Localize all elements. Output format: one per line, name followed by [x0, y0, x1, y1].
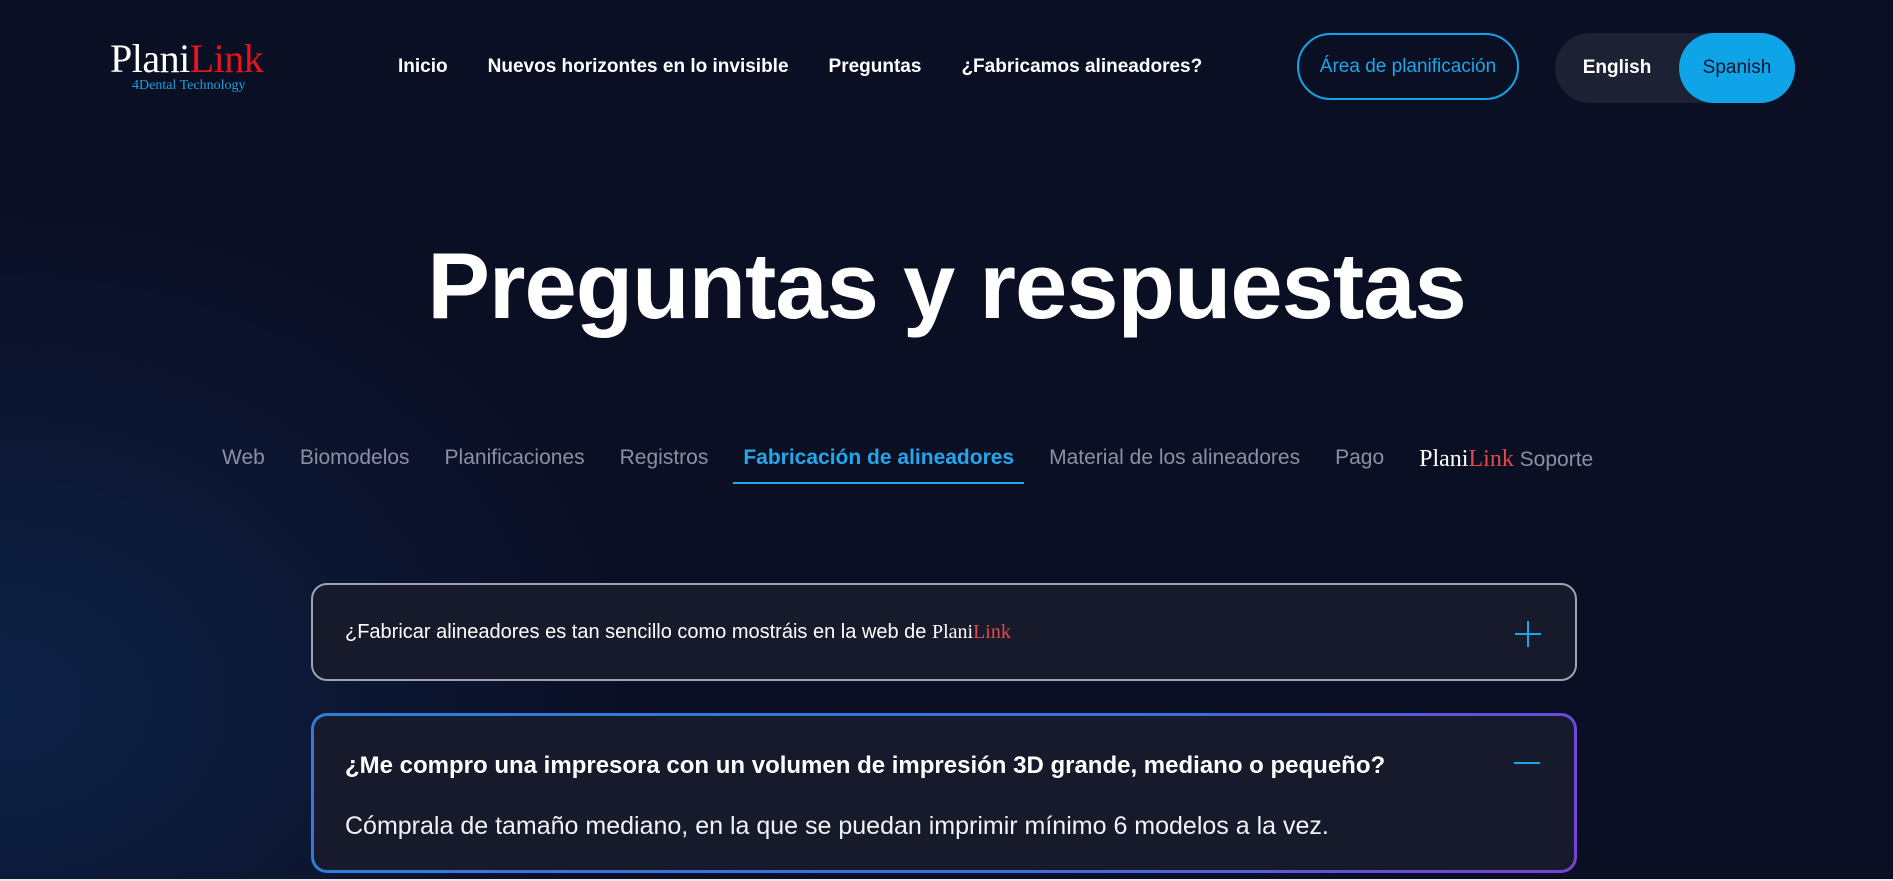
faq-question-brand: PlaniLink — [932, 621, 1011, 643]
tab-soporte-label: Soporte — [1519, 448, 1594, 471]
tab-brand: PlaniLink — [1419, 446, 1514, 472]
nav-item-nuevos-horizontes[interactable]: Nuevos horizontes en lo invisible — [488, 56, 789, 78]
tab-pago[interactable]: Pago — [1335, 446, 1384, 482]
language-english-button[interactable]: English — [1555, 33, 1679, 103]
language-switcher: English Spanish — [1555, 33, 1795, 103]
page-title: Preguntas y respuestas — [427, 233, 1467, 338]
tab-fabricacion-alineadores[interactable]: Fabricación de alineadores — [733, 446, 1025, 484]
faq-item-expanded[interactable]: ¿Me compro una impresora con un volumen … — [311, 713, 1577, 873]
logo-wordmark: PlaniLink — [110, 38, 280, 80]
main-nav: Inicio Nuevos horizontes en lo invisible… — [398, 56, 1202, 78]
faq-question: ¿Me compro una impresora con un volumen … — [345, 752, 1386, 779]
category-tabs: Web Biomodelos Planificaciones Registros… — [222, 446, 1593, 484]
planning-area-button[interactable]: Área de planificación — [1297, 33, 1519, 100]
faq-brand-link: Link — [973, 621, 1011, 643]
logo[interactable]: PlaniLink 4Dental Technology — [110, 38, 280, 104]
faq-question-text: ¿Fabricar alineadores es tan sencillo co… — [345, 621, 932, 643]
tab-biomodelos[interactable]: Biomodelos — [300, 446, 410, 482]
tab-registros[interactable]: Registros — [620, 446, 709, 482]
tab-brand-link: Link — [1468, 446, 1514, 472]
faq-answer: Cómprala de tamaño mediano, en la que se… — [345, 812, 1329, 840]
tab-material-alineadores[interactable]: Material de los alineadores — [1049, 446, 1300, 482]
nav-item-fabricamos[interactable]: ¿Fabricamos alineadores? — [961, 56, 1202, 78]
faq-question: ¿Fabricar alineadores es tan sencillo co… — [345, 621, 1011, 644]
faq-item[interactable]: ¿Fabricar alineadores es tan sencillo co… — [311, 583, 1577, 681]
logo-plani-text: Plani — [110, 36, 190, 81]
nav-item-preguntas[interactable]: Preguntas — [829, 56, 922, 78]
tab-web[interactable]: Web — [222, 446, 265, 482]
tab-planilink-soporte[interactable]: PlaniLink Soporte — [1419, 446, 1593, 482]
tab-brand-plani: Plani — [1419, 446, 1469, 472]
expand-plus-icon[interactable] — [1515, 621, 1541, 647]
tab-planificaciones[interactable]: Planificaciones — [445, 446, 585, 482]
faq-brand-plani: Plani — [931, 621, 974, 643]
logo-link-text: Link — [189, 36, 264, 81]
language-spanish-button[interactable]: Spanish — [1679, 33, 1795, 103]
collapse-minus-icon[interactable] — [1514, 762, 1540, 764]
nav-item-inicio[interactable]: Inicio — [398, 56, 448, 78]
